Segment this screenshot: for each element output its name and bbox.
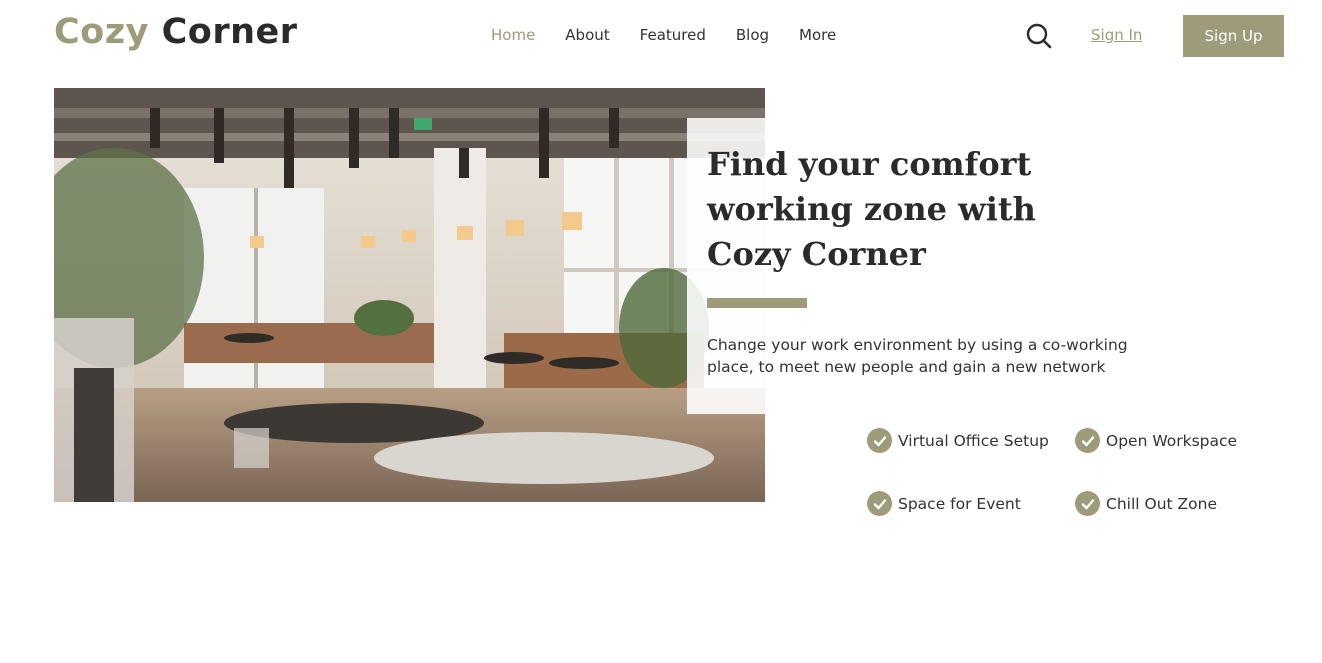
check-circle-icon (1075, 428, 1100, 453)
nav-item-more[interactable]: More (799, 26, 836, 44)
check-circle-icon (867, 428, 892, 453)
feature-item: Open Workspace (1075, 428, 1237, 453)
sign-in-link[interactable]: Sign In (1091, 26, 1142, 44)
site-logo[interactable]: Cozy Corner (54, 12, 298, 52)
hero-headline: Find your comfort working zone with Cozy… (707, 145, 1036, 273)
feature-label: Space for Event (898, 494, 1021, 513)
feature-label: Virtual Office Setup (898, 431, 1049, 450)
accent-divider (707, 298, 807, 308)
check-circle-icon (867, 491, 892, 516)
logo-first-word: Cozy (54, 12, 149, 52)
main-nav: Home About Featured Blog More (491, 26, 836, 44)
feature-label: Open Workspace (1106, 431, 1238, 450)
sign-up-button[interactable]: Sign Up (1183, 15, 1284, 57)
nav-item-blog[interactable]: Blog (736, 26, 769, 44)
feature-item: Space for Event (867, 491, 1021, 516)
logo-second-word: Corner (161, 12, 298, 52)
hero-image (54, 88, 765, 502)
nav-item-home[interactable]: Home (491, 26, 535, 44)
feature-item: Chill Out Zone (1075, 491, 1217, 516)
search-icon[interactable] (1025, 22, 1053, 50)
nav-item-about[interactable]: About (565, 26, 609, 44)
hero-subtext: Change your work environment by using a … (707, 336, 1128, 376)
feature-item: Virtual Office Setup (867, 428, 1049, 453)
nav-item-featured[interactable]: Featured (640, 26, 706, 44)
feature-label: Chill Out Zone (1106, 494, 1217, 513)
check-circle-icon (1075, 491, 1100, 516)
